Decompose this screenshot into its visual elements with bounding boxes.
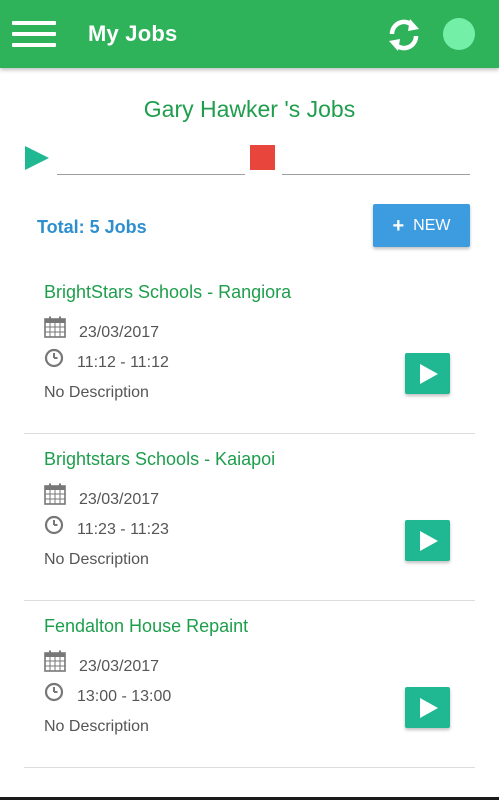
app-bar: My Jobs <box>0 0 499 68</box>
job-time: 11:23 - 11:23 <box>77 521 169 538</box>
job-item[interactable]: BrightStars Schools - Rangiora 23/03/201… <box>24 267 475 434</box>
timer-start-icon <box>25 146 49 170</box>
menu-bar <box>12 21 56 25</box>
job-title: Brightstars Schools - Kaiapoi <box>44 449 276 469</box>
total-jobs-label: Total: 5 Jobs <box>37 217 147 237</box>
menu-icon[interactable] <box>10 17 58 51</box>
job-description: No Description <box>44 551 149 568</box>
start-job-button[interactable] <box>405 353 450 394</box>
plus-icon: + <box>392 214 405 237</box>
calendar-icon <box>44 650 66 672</box>
job-item[interactable]: Brightstars Schools - Kaiapoi 23/03/2017… <box>24 434 475 601</box>
start-job-button[interactable] <box>405 520 450 561</box>
job-time: 11:12 - 11:12 <box>77 354 169 371</box>
status-dot[interactable] <box>443 18 475 50</box>
menu-bar <box>12 43 56 47</box>
clock-icon <box>44 515 64 535</box>
calendar-icon <box>44 316 66 338</box>
job-title: BrightStars Schools - Rangiora <box>44 282 292 302</box>
play-icon <box>420 364 438 384</box>
calendar-icon <box>44 483 66 505</box>
start-time-field[interactable] <box>57 150 245 175</box>
job-date: 23/03/2017 <box>79 491 160 508</box>
new-job-button[interactable]: + NEW <box>373 204 470 247</box>
menu-bar <box>12 32 56 36</box>
refresh-icon[interactable] <box>384 15 424 55</box>
job-time: 13:00 - 13:00 <box>77 688 172 705</box>
start-job-button[interactable] <box>405 687 450 728</box>
job-description: No Description <box>44 384 149 401</box>
clock-icon <box>44 348 64 368</box>
new-button-label: NEW <box>413 216 451 234</box>
play-icon <box>420 698 438 718</box>
end-time-field[interactable] <box>282 150 470 175</box>
play-icon <box>420 531 438 551</box>
timer-stop-icon <box>250 145 275 170</box>
job-description: No Description <box>44 718 149 735</box>
job-date: 23/03/2017 <box>79 658 160 675</box>
job-title: Fendalton House Repaint <box>44 616 249 636</box>
clock-icon <box>44 682 64 702</box>
job-date: 23/03/2017 <box>79 324 160 341</box>
job-item[interactable]: Fendalton House Repaint 23/03/2017 13:00… <box>24 601 475 768</box>
app-title: My Jobs <box>88 21 178 46</box>
page-title: Gary Hawker 's Jobs <box>143 96 356 122</box>
